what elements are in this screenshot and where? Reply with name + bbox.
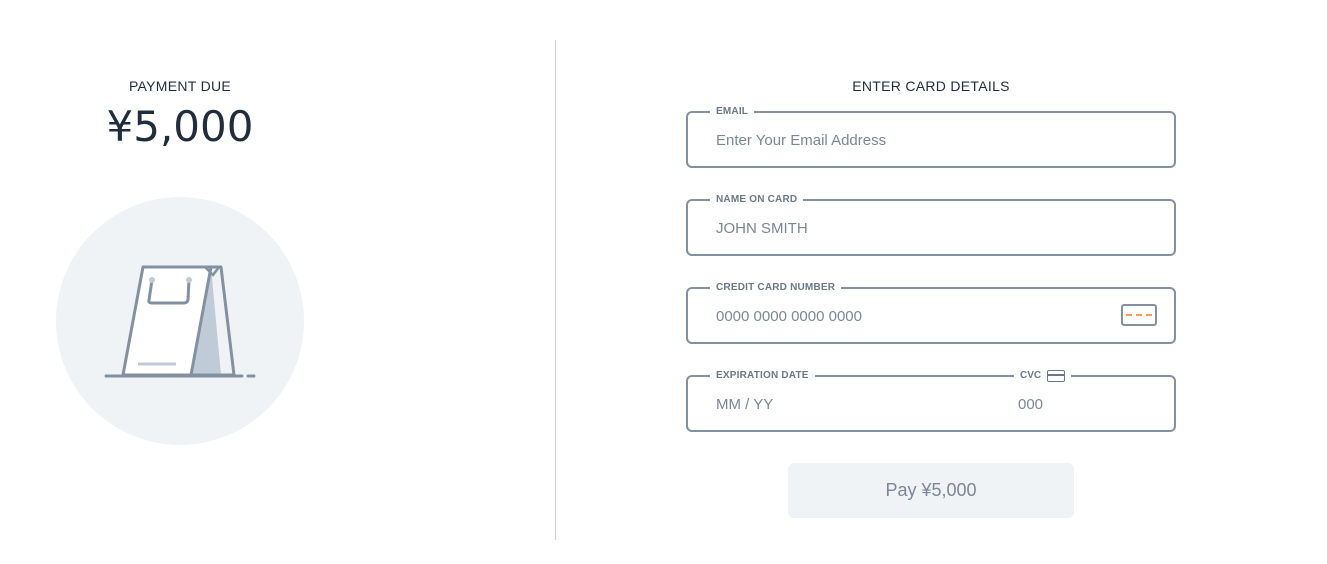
name-on-card-field[interactable]: NAME ON CARD JOHN SMITH <box>686 193 1176 256</box>
email-label: EMAIL <box>710 105 755 119</box>
card-number-label: CREDIT CARD NUMBER <box>710 281 842 295</box>
payment-summary: PAYMENT DUE ¥5,000 <box>0 0 360 564</box>
expiration-cvc-field[interactable]: EXPIRATION DATE MM / YY CVC 000 <box>686 369 1176 432</box>
payment-amount: ¥5,000 <box>106 102 254 151</box>
card-back-icon <box>1047 370 1066 382</box>
cvc-label: CVC <box>1020 370 1042 381</box>
shopping-bag-icon <box>104 265 256 378</box>
name-on-card-placeholder: JOHN SMITH <box>716 220 808 237</box>
email-field[interactable]: EMAIL Enter Your Email Address <box>686 105 1176 168</box>
illustration-circle <box>56 197 304 445</box>
expiration-date-placeholder: MM / YY <box>716 396 774 413</box>
credit-card-icon <box>1121 304 1157 326</box>
card-number-field[interactable]: CREDIT CARD NUMBER 0000 0000 0000 0000 <box>686 281 1176 344</box>
payment-due-label: PAYMENT DUE <box>128 78 232 94</box>
vertical-divider <box>555 40 556 540</box>
form-title: ENTER CARD DETAILS <box>852 78 1010 94</box>
cvc-label-group: CVC <box>1014 369 1072 383</box>
card-number-placeholder: 0000 0000 0000 0000 <box>716 308 862 325</box>
pay-button[interactable]: Pay ¥5,000 <box>788 463 1074 518</box>
cvc-placeholder: 000 <box>1018 396 1044 413</box>
expiration-date-label: EXPIRATION DATE <box>710 369 815 383</box>
email-placeholder: Enter Your Email Address <box>716 132 887 149</box>
name-on-card-label: NAME ON CARD <box>710 193 804 207</box>
